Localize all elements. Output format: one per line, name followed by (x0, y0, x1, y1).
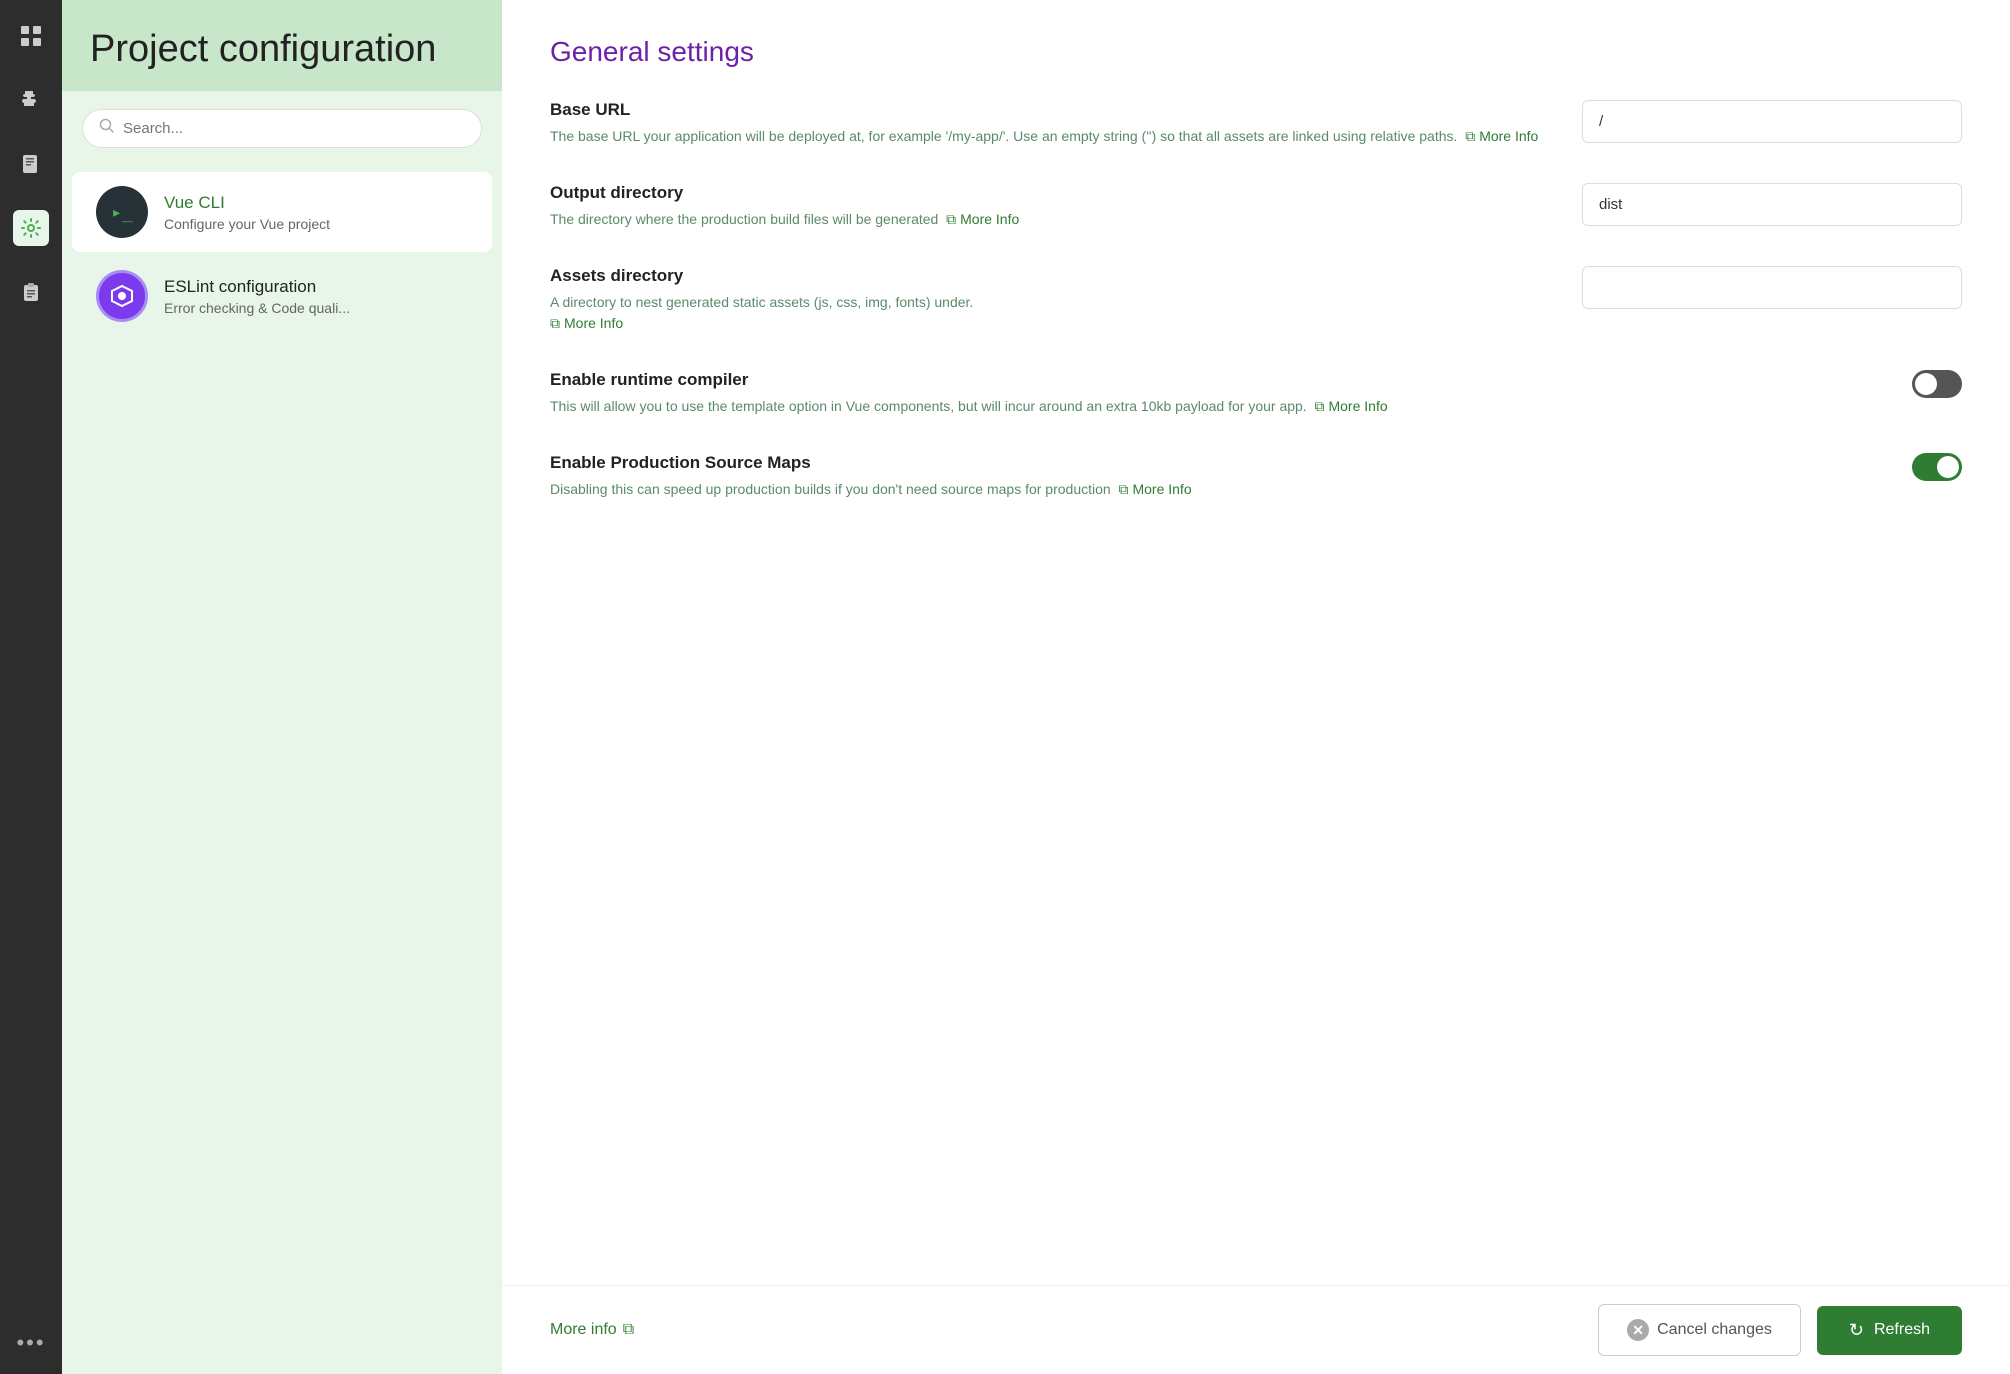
vue-cli-name: Vue CLI (164, 193, 330, 213)
page-title: Project configuration (90, 28, 474, 71)
output-dir-input[interactable] (1582, 183, 1962, 226)
setting-control-runtime-compiler (1582, 370, 1962, 398)
setting-row-base-url: Base URL The base URL your application w… (550, 100, 1962, 147)
more-info-link-output-dir[interactable]: ⧉ More Info (946, 209, 1019, 230)
eslint-name: ESLint configuration (164, 277, 350, 297)
plugin-item-eslint[interactable]: ESLint configuration Error checking & Co… (72, 256, 492, 336)
main-body: General settings Base URL The base URL y… (502, 0, 2010, 1285)
settings-icon[interactable] (13, 210, 49, 246)
setting-info-runtime-compiler: Enable runtime compiler This will allow … (550, 370, 1550, 417)
more-info-link-assets-dir[interactable]: ⧉ More Info (550, 313, 623, 334)
setting-info-assets-dir: Assets directory A directory to nest gen… (550, 266, 1550, 334)
more-options-icon[interactable]: ••• (16, 1330, 45, 1356)
cancel-label: Cancel changes (1657, 1321, 1772, 1339)
setting-control-assets-dir (1582, 266, 1962, 309)
setting-control-source-maps (1582, 453, 1962, 481)
sidebar: ••• (0, 0, 62, 1374)
setting-control-base-url (1582, 100, 1962, 143)
vue-cli-avatar: ▸_ (96, 186, 148, 238)
refresh-button[interactable]: ↻ Refresh (1817, 1306, 1962, 1355)
more-info-link-base-url[interactable]: ⧉ More Info (1465, 126, 1538, 147)
puzzle-icon[interactable] (13, 82, 49, 118)
external-link-icon-3: ⧉ (550, 313, 560, 334)
vue-cli-info: Vue CLI Configure your Vue project (164, 193, 330, 232)
setting-info-source-maps: Enable Production Source Maps Disabling … (550, 453, 1550, 500)
eslint-avatar (96, 270, 148, 322)
page-header: Project configuration (62, 0, 502, 91)
setting-control-output-dir (1582, 183, 1962, 226)
plugin-item-vue-cli[interactable]: ▸_ Vue CLI Configure your Vue project (72, 172, 492, 252)
plugin-list: ▸_ Vue CLI Configure your Vue project ES… (62, 158, 502, 350)
clipboard-icon[interactable] (13, 274, 49, 310)
vue-cli-desc: Configure your Vue project (164, 216, 330, 232)
footer-more-info-link[interactable]: More info ⧉ (550, 1321, 634, 1339)
setting-row-source-maps: Enable Production Source Maps Disabling … (550, 453, 1962, 500)
main-footer: More info ⧉ ✕ Cancel changes ↻ Refresh (502, 1285, 2010, 1374)
source-maps-toggle[interactable] (1912, 453, 1962, 481)
setting-label-output-dir: Output directory (550, 183, 1550, 203)
setting-desc-runtime-compiler: This will allow you to use the template … (550, 396, 1550, 417)
dashboard-icon[interactable] (13, 18, 49, 54)
runtime-compiler-toggle[interactable] (1912, 370, 1962, 398)
setting-row-assets-dir: Assets directory A directory to nest gen… (550, 266, 1962, 334)
setting-label-base-url: Base URL (550, 100, 1550, 120)
setting-desc-source-maps: Disabling this can speed up production b… (550, 479, 1550, 500)
setting-desc-base-url: The base URL your application will be de… (550, 126, 1550, 147)
external-link-icon-5: ⧉ (1118, 479, 1128, 500)
setting-info-output-dir: Output directory The directory where the… (550, 183, 1550, 230)
setting-desc-output-dir: The directory where the production build… (550, 209, 1550, 230)
cancel-changes-button[interactable]: ✕ Cancel changes (1598, 1304, 1801, 1356)
search-bar-wrap (62, 91, 502, 158)
more-info-link-source-maps[interactable]: ⧉ More Info (1118, 479, 1191, 500)
setting-label-assets-dir: Assets directory (550, 266, 1550, 286)
toggle-thumb-on (1937, 456, 1959, 478)
eslint-info: ESLint configuration Error checking & Co… (164, 277, 350, 316)
footer-more-info-label: More info (550, 1321, 617, 1339)
external-link-icon: ⧉ (1465, 126, 1475, 147)
more-info-link-runtime-compiler[interactable]: ⧉ More Info (1314, 396, 1387, 417)
external-link-icon-4: ⧉ (1314, 396, 1324, 417)
footer-external-link-icon: ⧉ (623, 1321, 634, 1339)
setting-info-base-url: Base URL The base URL your application w… (550, 100, 1550, 147)
eslint-desc: Error checking & Code quali... (164, 300, 350, 316)
section-title: General settings (550, 36, 1962, 68)
external-link-icon-2: ⧉ (946, 209, 956, 230)
toggle-thumb (1915, 373, 1937, 395)
setting-row-runtime-compiler: Enable runtime compiler This will allow … (550, 370, 1962, 417)
refresh-label: Refresh (1874, 1321, 1930, 1339)
search-bar (82, 109, 482, 148)
cancel-icon: ✕ (1627, 1319, 1649, 1341)
setting-label-source-maps: Enable Production Source Maps (550, 453, 1550, 473)
left-panel: Project configuration ▸_ Vue CLI Configu… (62, 0, 502, 1374)
assets-dir-input[interactable] (1582, 266, 1962, 309)
setting-label-runtime-compiler: Enable runtime compiler (550, 370, 1550, 390)
base-url-input[interactable] (1582, 100, 1962, 143)
refresh-icon: ↻ (1849, 1320, 1864, 1341)
search-input[interactable] (123, 120, 465, 137)
setting-row-output-dir: Output directory The directory where the… (550, 183, 1962, 230)
search-icon (99, 118, 115, 139)
setting-desc-assets-dir: A directory to nest generated static ass… (550, 292, 1550, 334)
footer-actions: ✕ Cancel changes ↻ Refresh (1598, 1304, 1962, 1356)
main-content: General settings Base URL The base URL y… (502, 0, 2010, 1374)
book-icon[interactable] (13, 146, 49, 182)
